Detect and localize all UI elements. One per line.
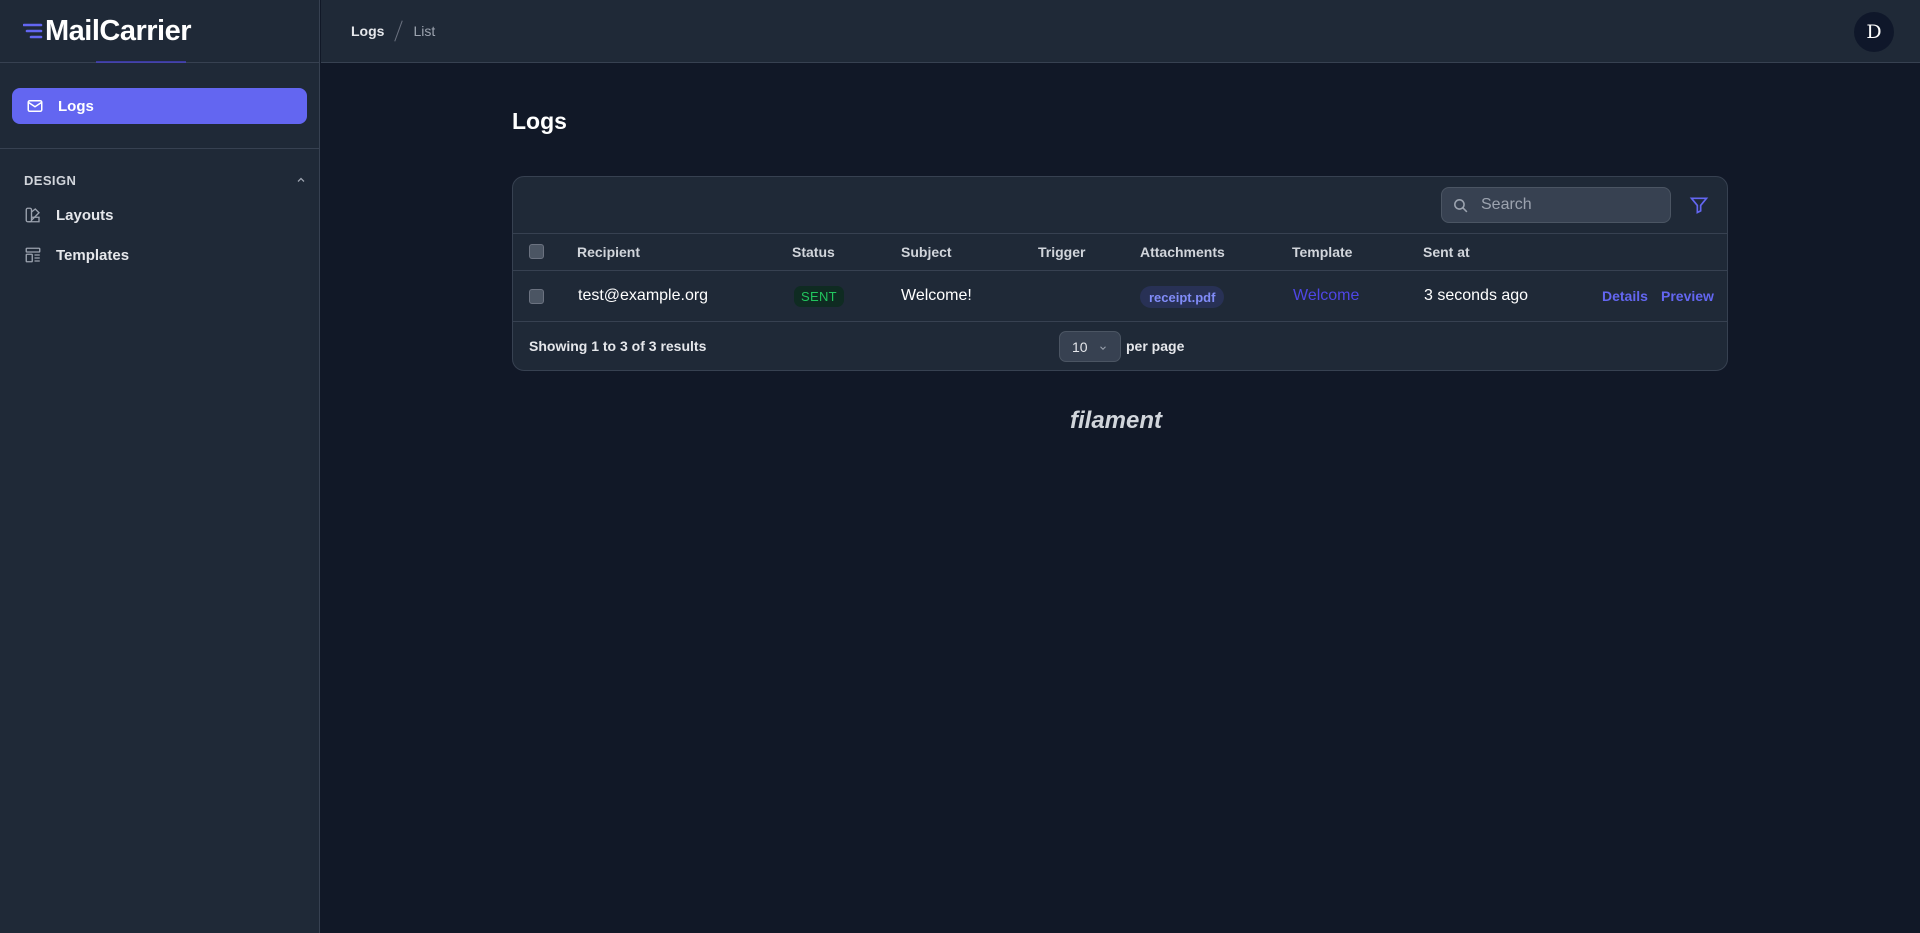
attachment-badge[interactable]: receipt.pdf bbox=[1140, 286, 1225, 308]
page-title: Logs bbox=[512, 108, 567, 134]
chevron-down-icon bbox=[1100, 346, 1106, 350]
pagination-summary: Showing 1 to 3 of 3 results bbox=[529, 338, 707, 354]
logs-table-card: Recipient Status Subject Trigger Attachm… bbox=[512, 176, 1728, 371]
select-all-checkbox[interactable] bbox=[529, 244, 544, 259]
per-page-label: per page bbox=[1126, 338, 1185, 354]
sidebar-group-label: DESIGN bbox=[24, 172, 77, 188]
table-header: Recipient Status Subject Trigger Attachm… bbox=[513, 234, 1727, 271]
sidebar-item-layouts[interactable]: Layouts bbox=[0, 195, 319, 235]
per-page-select[interactable]: 10 bbox=[1059, 331, 1121, 362]
status-badge: SENT bbox=[794, 286, 844, 307]
brand[interactable]: MailCarrier bbox=[0, 0, 319, 63]
swatch-icon bbox=[25, 207, 40, 223]
sidebar-item-label: Templates bbox=[56, 246, 130, 264]
table-toolbar bbox=[513, 177, 1727, 234]
column-header-status[interactable]: Status bbox=[792, 244, 835, 260]
sidebar-item-templates[interactable]: Templates bbox=[0, 235, 319, 275]
template-link[interactable]: Welcome bbox=[1293, 287, 1359, 305]
filter-icon[interactable] bbox=[1689, 195, 1709, 215]
table-footer: Showing 1 to 3 of 3 results 10 per page bbox=[513, 322, 1727, 370]
search-box[interactable] bbox=[1441, 187, 1671, 223]
chevron-up-icon[interactable] bbox=[295, 174, 307, 186]
column-header-trigger[interactable]: Trigger bbox=[1038, 244, 1085, 260]
envelope-icon bbox=[27, 100, 43, 112]
per-page-value: 10 bbox=[1072, 338, 1088, 355]
avatar[interactable]: D bbox=[1854, 12, 1894, 52]
breadcrumb-separator bbox=[394, 20, 404, 42]
breadcrumb-logs[interactable]: Logs bbox=[351, 23, 384, 39]
column-header-recipient[interactable]: Recipient bbox=[577, 244, 640, 260]
column-header-sent-at[interactable]: Sent at bbox=[1423, 244, 1470, 260]
sent-at-cell: 3 seconds ago bbox=[1424, 287, 1529, 304]
sidebar: MailCarrier Logs DESIGN Layouts Template… bbox=[0, 0, 320, 933]
row-checkbox[interactable] bbox=[529, 289, 544, 304]
column-header-attachments[interactable]: Attachments bbox=[1140, 244, 1225, 260]
breadcrumb-list: List bbox=[413, 23, 436, 39]
column-header-template[interactable]: Template bbox=[1292, 244, 1352, 260]
sidebar-group-design[interactable]: DESIGN bbox=[24, 171, 307, 189]
template-icon bbox=[25, 247, 41, 263]
sidebar-item-label: Layouts bbox=[56, 206, 114, 224]
search-input[interactable] bbox=[1481, 196, 1661, 214]
recipient-cell: test@example.org bbox=[578, 287, 709, 304]
brand-underline bbox=[96, 61, 186, 63]
preview-action[interactable]: Preview bbox=[1661, 288, 1714, 304]
brand-name: MailCarrier bbox=[45, 14, 192, 47]
topbar: Logs List D bbox=[321, 0, 1920, 63]
table-row[interactable]: test@example.org SENT Welcome! receipt.p… bbox=[513, 271, 1727, 322]
sidebar-divider bbox=[0, 148, 319, 149]
sidebar-nav: Logs bbox=[0, 63, 319, 124]
details-action[interactable]: Details bbox=[1602, 288, 1648, 304]
column-header-subject[interactable]: Subject bbox=[901, 244, 952, 260]
speed-lines-icon bbox=[23, 23, 43, 39]
sidebar-item-label: Logs bbox=[58, 97, 94, 115]
sidebar-item-logs[interactable]: Logs bbox=[12, 88, 307, 124]
search-icon bbox=[1454, 198, 1468, 212]
filament-logo: filament bbox=[1070, 407, 1163, 434]
subject-cell: Welcome! bbox=[901, 287, 972, 304]
